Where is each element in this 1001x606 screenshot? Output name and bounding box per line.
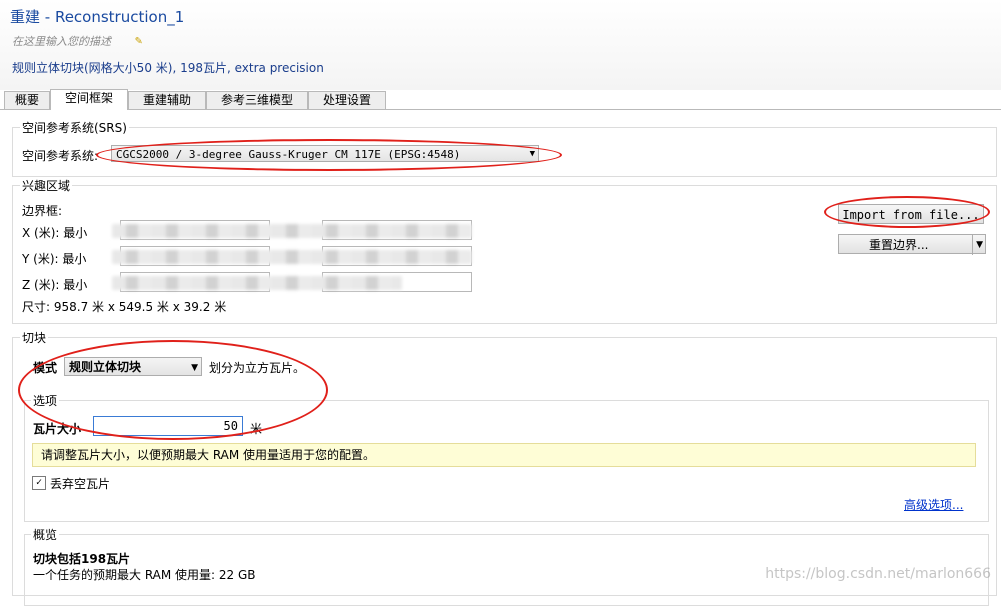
- srs-label: 空间参考系统:: [22, 149, 99, 163]
- tile-size-label: 瓦片大小: [33, 422, 82, 436]
- reset-bounds-label: 重置边界...: [869, 238, 929, 252]
- pencil-icon[interactable]: ✎: [135, 33, 142, 47]
- page-title: 重建 - Reconstruction_1: [10, 8, 185, 26]
- z-label: Z (米): 最小: [22, 278, 88, 292]
- report-header: 重建 - Reconstruction_1 在这里输入您的描述 ✎ 规则立体切块…: [0, 0, 1001, 90]
- info-banner: 请调整瓦片大小，以便预期最大 RAM 使用量适用于您的配置。: [32, 443, 976, 467]
- import-from-file-button[interactable]: Import from file...: [838, 204, 984, 224]
- mode-description: 划分为立方瓦片。: [209, 361, 306, 375]
- chevron-down-icon: ▼: [529, 149, 535, 159]
- tiling-group-title: 切块: [20, 329, 49, 346]
- watermark: https://blog.csdn.net/marlon666: [765, 566, 991, 582]
- redacted-x-values: [112, 224, 472, 238]
- options-group-title: 选项: [31, 392, 60, 409]
- tab-divider: [0, 109, 1001, 110]
- srs-dropdown[interactable]: CGCS2000 / 3-degree Gauss-Kruger CM 117E…: [111, 145, 539, 162]
- bbox-label: 边界框:: [22, 204, 63, 218]
- y-label: Y (米): 最小: [22, 252, 87, 266]
- x-label: X (米): 最小: [22, 226, 88, 240]
- tab-overview[interactable]: 概要: [4, 91, 50, 109]
- size-text: 尺寸: 958.7 米 x 549.5 米 x 39.2 米: [22, 300, 227, 314]
- overview-line-2: 一个任务的预期最大 RAM 使用量: 22 GB: [33, 568, 256, 582]
- overview-line-1: 切块包括198瓦片: [33, 552, 131, 566]
- redacted-z-values: [112, 276, 402, 290]
- overview-group-title: 概览: [31, 526, 60, 543]
- srs-value: CGCS2000 / 3-degree Gauss-Kruger CM 117E…: [116, 148, 461, 161]
- mode-dropdown[interactable]: 规则立体切块 ▼: [64, 357, 202, 376]
- mode-label: 模式: [33, 361, 58, 375]
- discard-empty-label: 丢弃空瓦片: [50, 477, 111, 491]
- tile-size-unit: 米: [250, 422, 263, 436]
- reset-bounds-button[interactable]: 重置边界... ▼: [838, 234, 986, 255]
- tile-size-input[interactable]: 50: [93, 416, 243, 436]
- srs-group-title: 空间参考系统(SRS): [20, 119, 129, 136]
- tab-spatial-framework[interactable]: 空间框架: [50, 89, 128, 110]
- description-field[interactable]: 在这里输入您的描述: [12, 33, 111, 49]
- tab-reconstruction-aids[interactable]: 重建辅助: [128, 91, 206, 109]
- advanced-options-link[interactable]: 高级选项...: [904, 496, 963, 513]
- discard-empty-checkbox[interactable]: ✓: [32, 476, 46, 490]
- mode-value: 规则立体切块: [69, 360, 142, 374]
- redacted-y-values: [112, 250, 472, 264]
- tab-processing-settings[interactable]: 处理设置: [308, 91, 386, 109]
- roi-group-title: 兴趣区域: [20, 177, 73, 194]
- tab-reference-3d-model[interactable]: 参考三维模型: [206, 91, 308, 109]
- chevron-down-icon: ▼: [191, 363, 198, 373]
- reconstruction-summary: 规则立体切块(网格大小50 米), 198瓦片, extra precision: [12, 61, 324, 75]
- chevron-down-icon[interactable]: ▼: [972, 235, 983, 255]
